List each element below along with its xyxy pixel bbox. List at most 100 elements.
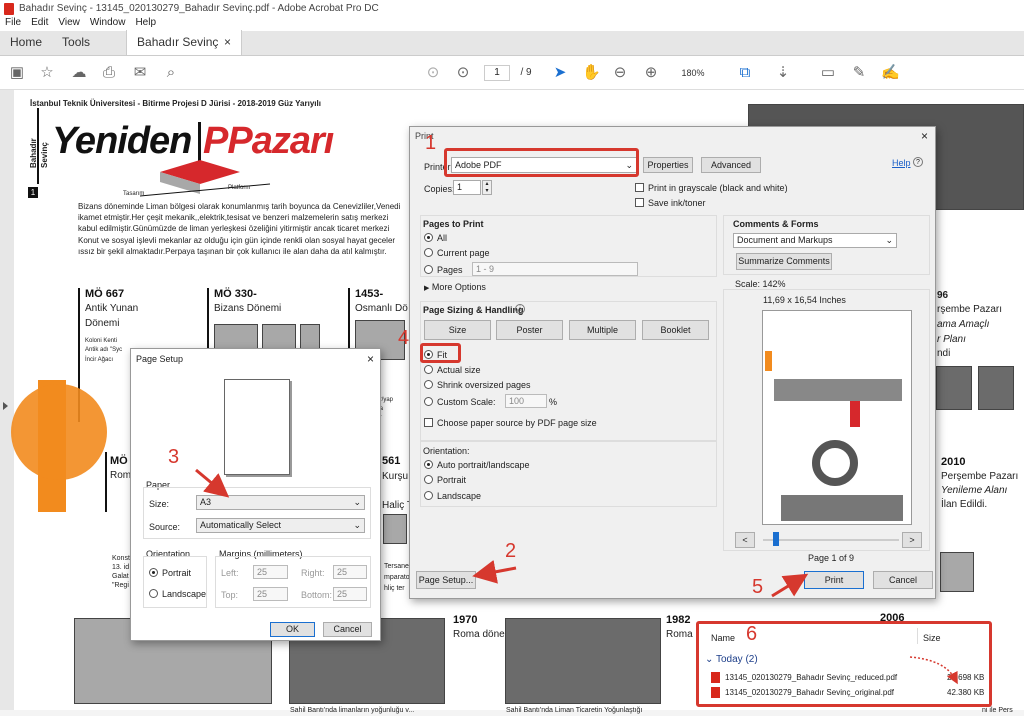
custom-scale-input[interactable]: 100 <box>505 394 547 408</box>
copies-stepper[interactable]: ▴ ▾ <box>482 180 492 195</box>
grayscale-checkbox[interactable] <box>635 183 644 192</box>
menu-edit[interactable]: Edit <box>26 17 53 31</box>
pages-radio[interactable] <box>424 265 433 274</box>
menu-help[interactable]: Help <box>130 17 161 31</box>
paper-source-select[interactable]: Automatically Select ⌄ <box>196 518 365 533</box>
highlight-pen-icon[interactable]: ✎ <box>850 64 868 82</box>
email-icon[interactable]: ✉ <box>131 64 149 82</box>
portrait-radio[interactable] <box>424 475 433 484</box>
save-ink-option[interactable]: Save ink/toner <box>635 198 706 208</box>
current-page-radio[interactable] <box>424 248 433 257</box>
select-arrow-icon[interactable]: ➤ <box>551 64 569 82</box>
preview-next-button[interactable]: > <box>902 532 922 548</box>
chevron-down-icon: ⌄ <box>353 520 361 530</box>
menu-window[interactable]: Window <box>85 17 131 31</box>
page-number-input[interactable]: 1 <box>484 65 510 81</box>
landscape-option[interactable]: Landscape <box>424 491 481 501</box>
choose-source-checkbox[interactable] <box>424 418 433 427</box>
current-page-option[interactable]: Current page <box>424 248 490 258</box>
margin-left-input[interactable]: 25 <box>253 565 288 579</box>
all-option[interactable]: All <box>424 233 447 243</box>
tab-home[interactable]: Home <box>0 30 52 55</box>
advanced-button[interactable]: Advanced <box>701 157 761 173</box>
custom-scale-radio[interactable] <box>424 397 433 406</box>
search-icon[interactable]: ⌕ <box>162 64 180 82</box>
print-close-icon[interactable]: × <box>921 129 928 143</box>
current-page-label: Current page <box>437 248 490 258</box>
menu-view[interactable]: View <box>53 17 85 31</box>
choose-source-option[interactable]: Choose paper source by PDF page size <box>424 418 597 428</box>
zoom-in-icon[interactable]: ⊕ <box>642 64 660 82</box>
cloud-upload-icon[interactable]: ☁ <box>70 64 88 82</box>
summarize-button[interactable]: Summarize Comments <box>736 253 832 270</box>
help-link[interactable]: Help <box>892 158 911 168</box>
copies-input[interactable]: 1 <box>453 180 481 195</box>
star-icon[interactable]: ☆ <box>38 64 56 82</box>
page-up-icon[interactable]: ⊙ <box>424 64 442 82</box>
pdf-icon <box>4 2 14 15</box>
print-preview-page <box>762 310 912 525</box>
save-icon[interactable]: ▣ <box>8 64 26 82</box>
ps-landscape-option[interactable]: Landscape <box>149 589 206 599</box>
ps-portrait-radio[interactable] <box>149 568 158 577</box>
pages-option[interactable]: Pages <box>424 265 463 275</box>
multiple-button[interactable]: Multiple <box>569 320 636 340</box>
tab-document[interactable]: Bahadır Sevinç - 13...× <box>126 30 243 74</box>
info-icon[interactable]: i <box>515 304 525 314</box>
help-icon[interactable]: ? <box>913 157 923 167</box>
custom-scale-option[interactable]: Custom Scale: <box>424 397 496 407</box>
menu-file[interactable]: File <box>0 17 26 31</box>
all-radio[interactable] <box>424 233 433 242</box>
zoom-out-icon[interactable]: ⊖ <box>611 64 629 82</box>
ps-landscape-radio[interactable] <box>149 589 158 598</box>
ok-button[interactable]: OK <box>270 622 315 637</box>
auto-portrait-option[interactable]: Auto portrait/landscape <box>424 460 530 470</box>
booklet-button[interactable]: Booklet <box>642 320 709 340</box>
shrink-radio[interactable] <box>424 380 433 389</box>
page-setup-close-icon[interactable]: × <box>367 352 374 366</box>
portrait-option[interactable]: Portrait <box>424 475 466 485</box>
size-button[interactable]: Size <box>424 320 491 340</box>
preview-slider-track[interactable] <box>763 539 899 541</box>
tab-document-label: Bahadır Sevinç - 13... <box>137 35 219 74</box>
actual-size-radio[interactable] <box>424 365 433 374</box>
print-button[interactable]: Print <box>804 571 864 589</box>
margin-right-input[interactable]: 25 <box>333 565 367 579</box>
hand-tool-icon[interactable]: ✋ <box>582 64 601 82</box>
save-ink-checkbox[interactable] <box>635 198 644 207</box>
right-label-2c: İlan Edildi. <box>941 499 988 510</box>
landscape-radio[interactable] <box>424 491 433 500</box>
preview-prev-button[interactable]: < <box>735 532 755 548</box>
tab-tools[interactable]: Tools <box>52 30 100 55</box>
print-icon[interactable]: ⎙ <box>100 64 118 82</box>
pages-range-input[interactable]: 1 - 9 <box>472 262 638 276</box>
properties-button[interactable]: Properties <box>643 157 693 173</box>
preview-slider-thumb[interactable] <box>773 532 779 546</box>
cancel-button[interactable]: Cancel <box>873 571 933 589</box>
actual-size-option[interactable]: Actual size <box>424 365 481 375</box>
page-setup-cancel-button[interactable]: Cancel <box>323 622 372 637</box>
photo-right-1 <box>936 366 972 410</box>
comments-select[interactable]: Document and Markups ⌄ <box>733 233 897 248</box>
poster-button[interactable]: Poster <box>496 320 563 340</box>
scroll-mode-icon[interactable]: ⇣ <box>774 64 792 82</box>
margin-bottom-input[interactable]: 25 <box>333 587 367 601</box>
side-panel-toggle-icon[interactable] <box>3 402 8 410</box>
close-tab-icon[interactable]: × <box>224 30 231 55</box>
shrink-option[interactable]: Shrink oversized pages <box>424 380 531 390</box>
page-down-icon[interactable]: ⊙ <box>454 64 472 82</box>
timeline-line-4 <box>105 452 107 512</box>
auto-portrait-radio[interactable] <box>424 460 433 469</box>
more-options-toggle[interactable]: ▶ More Options <box>424 282 486 292</box>
zoom-level[interactable]: 180% <box>678 64 708 82</box>
timeline-mo: MÖ <box>110 455 128 467</box>
margin-top-input[interactable]: 25 <box>253 587 288 601</box>
paper-size-select[interactable]: A3 ⌄ <box>196 495 365 510</box>
grayscale-option[interactable]: Print in grayscale (black and white) <box>635 183 788 193</box>
fit-page-icon[interactable]: ⧉ <box>736 64 754 82</box>
comment-icon[interactable]: ▭ <box>819 64 837 82</box>
size-label: Size: <box>149 499 170 509</box>
page-setup-button[interactable]: Page Setup... <box>416 571 476 589</box>
sign-icon[interactable]: ✍ <box>881 64 900 82</box>
ps-portrait-option[interactable]: Portrait <box>149 568 191 578</box>
